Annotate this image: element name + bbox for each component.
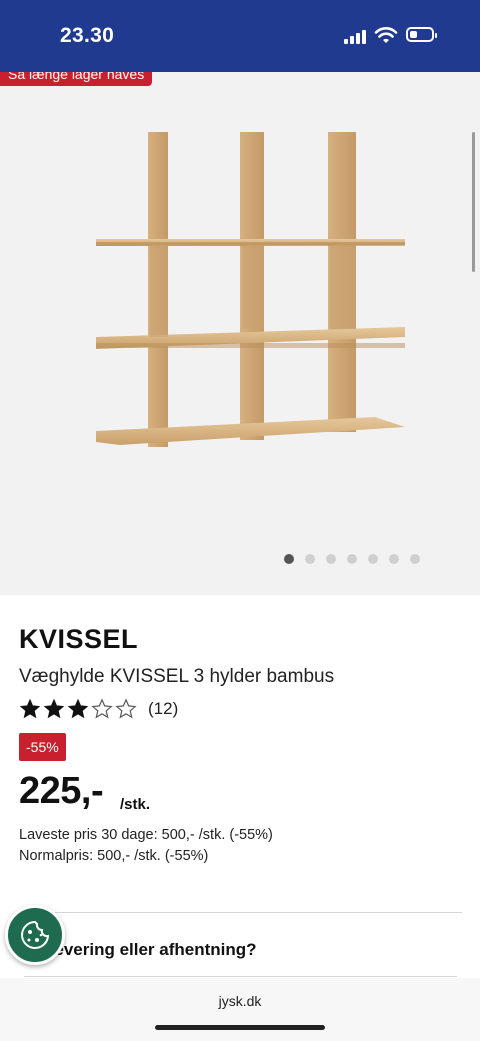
url-field[interactable]: jysk.dk (0, 993, 480, 1009)
cellular-signal-icon (344, 30, 368, 44)
product-description: Væghylde KVISSEL 3 hylder bambus (19, 666, 335, 687)
delivery-question[interactable]: Levering eller afhentning? (44, 940, 257, 960)
promo-tag: Så længe lager haves (0, 72, 153, 86)
divider (24, 976, 457, 977)
normal-price-note: Normalpris: 500,- /stk. (-55%) (19, 848, 209, 864)
star-rating (19, 698, 137, 720)
battery-icon (406, 27, 437, 42)
product-image-gallery[interactable]: Så længe lager haves (0, 72, 480, 595)
home-indicator[interactable] (155, 1025, 325, 1030)
divider (19, 912, 462, 913)
cookie-settings-button[interactable] (5, 905, 65, 965)
status-bar: 23.30 (0, 0, 480, 72)
carousel-dot[interactable] (347, 554, 357, 564)
browser-bar: jysk.dk (0, 978, 480, 1041)
carousel-dot[interactable] (326, 554, 336, 564)
carousel-dot[interactable] (389, 554, 399, 564)
cookie-icon (21, 920, 50, 949)
status-time: 23.30 (60, 24, 115, 47)
star-filled-icon (43, 698, 65, 719)
review-count[interactable]: (12) (148, 699, 178, 719)
carousel-dot[interactable] (368, 554, 378, 564)
rating[interactable]: (12) (19, 698, 178, 720)
carousel-dots[interactable] (284, 554, 420, 566)
price: 225,- (19, 770, 104, 812)
price-unit: /stk. (120, 796, 151, 813)
discount-badge: -55% (19, 733, 66, 761)
star-empty-icon (91, 698, 113, 719)
carousel-dot[interactable] (284, 554, 294, 564)
product-image (96, 132, 405, 447)
star-filled-icon (67, 698, 89, 719)
wifi-icon (374, 27, 398, 43)
carousel-dot[interactable] (305, 554, 315, 564)
star-filled-icon (19, 698, 41, 719)
star-empty-icon (115, 698, 137, 719)
product-title: KVISSEL (19, 624, 139, 654)
lowest-price-note: Laveste pris 30 dage: 500,- /stk. (-55%) (19, 827, 273, 843)
carousel-dot[interactable] (410, 554, 420, 564)
scroll-indicator (472, 132, 475, 272)
